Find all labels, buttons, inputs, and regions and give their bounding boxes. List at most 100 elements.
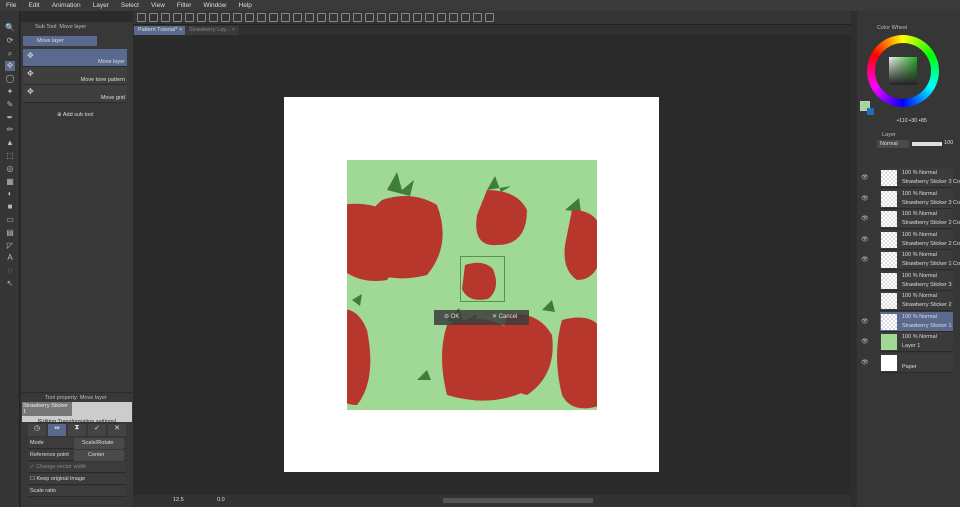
eye-icon[interactable]: 👁 — [861, 174, 869, 181]
eye-icon[interactable]: 👁 — [861, 256, 869, 263]
tool-icon-3[interactable]: ✥ — [5, 61, 15, 72]
layer-row[interactable]: 100 % Normal Strawberry Sticker 1 — [880, 311, 953, 332]
layer-row[interactable]: 100 % Normal Strawberry Sticker 2 Copy 2 — [880, 209, 960, 229]
command-button-26[interactable] — [449, 13, 458, 22]
command-button-5[interactable] — [197, 13, 206, 22]
tool-icon-0[interactable]: 🔍 — [5, 23, 15, 33]
color-wheel[interactable] — [867, 35, 939, 107]
command-button-12[interactable] — [281, 13, 290, 22]
opacity-slider[interactable] — [912, 142, 942, 146]
flip-horizontal-icon[interactable]: ⇹ — [48, 424, 66, 436]
reference-point-field[interactable]: Reference point Center — [28, 450, 126, 461]
menu-select[interactable]: Select — [115, 0, 145, 11]
tab-strawberry-layers[interactable]: Strawberry Lay... × — [185, 26, 239, 35]
command-button-2[interactable] — [161, 13, 170, 22]
command-button-14[interactable] — [305, 13, 314, 22]
command-button-21[interactable] — [389, 13, 398, 22]
tool-icon-14[interactable]: ■ — [5, 202, 15, 212]
change-vector-width-checkbox[interactable]: ✓ Change vector width — [28, 462, 126, 473]
tool-icon-17[interactable]: ◸ — [5, 241, 15, 251]
ok-button[interactable]: ⊘ OK — [444, 313, 459, 320]
menu-animation[interactable]: Animation — [46, 0, 87, 11]
add-sub-tool-button[interactable]: ⊕ Add sub tool — [57, 112, 93, 118]
command-button-18[interactable] — [353, 13, 362, 22]
command-button-17[interactable] — [341, 13, 350, 22]
opacity-value[interactable]: 100 — [944, 140, 953, 146]
command-button-4[interactable] — [185, 13, 194, 22]
zoom-value[interactable]: 12.5 — [173, 497, 184, 503]
horizontal-scrollbar[interactable] — [443, 498, 593, 503]
saturation-value-square[interactable] — [889, 57, 917, 85]
subtool-move-grid[interactable]: ✥ Move grid — [23, 85, 127, 103]
mode-field[interactable]: Mode Scale/Rotate — [28, 438, 126, 449]
cancel-button[interactable]: ✕ Cancel — [492, 313, 517, 320]
angle-value[interactable]: 0.0 — [217, 497, 225, 503]
menu-file[interactable]: File — [0, 0, 22, 11]
tool-icon-2[interactable]: ⌕ — [5, 49, 15, 59]
eye-icon[interactable]: 👁 — [861, 195, 869, 202]
command-button-8[interactable] — [233, 13, 242, 22]
command-button-13[interactable] — [293, 13, 302, 22]
command-button-24[interactable] — [425, 13, 434, 22]
command-button-29[interactable] — [485, 13, 494, 22]
tool-icon-7[interactable]: ✒ — [5, 113, 15, 123]
command-button-10[interactable] — [257, 13, 266, 22]
command-button-9[interactable] — [245, 13, 254, 22]
tool-icon-12[interactable]: ▦ — [5, 177, 15, 187]
command-button-20[interactable] — [377, 13, 386, 22]
sub-color-swatch[interactable] — [867, 108, 874, 115]
keep-original-image-checkbox[interactable]: ☐ Keep original image — [28, 474, 126, 485]
tool-icon-11[interactable]: ◎ — [5, 164, 15, 174]
command-button-7[interactable] — [221, 13, 230, 22]
command-button-28[interactable] — [473, 13, 482, 22]
command-button-27[interactable] — [461, 13, 470, 22]
eye-icon[interactable]: 👁 — [861, 359, 869, 366]
layer-row[interactable]: 100 % Normal Strawberry Sticker 3 Copy 2 — [880, 168, 960, 188]
scale-ratio-field[interactable]: Scale ratio — [28, 486, 126, 497]
tool-icon-1[interactable]: ⟳ — [5, 36, 15, 46]
command-button-1[interactable] — [149, 13, 158, 22]
cancel-icon[interactable]: ✕ — [108, 424, 126, 436]
tool-icon-15[interactable]: ▭ — [5, 215, 15, 225]
mode-select[interactable]: Scale/Rotate — [74, 438, 124, 449]
subtool-move-layer[interactable]: ✥ Move layer — [23, 49, 127, 67]
command-button-3[interactable] — [173, 13, 182, 22]
menu-help[interactable]: Help — [233, 0, 258, 11]
tool-icon-20[interactable]: ↖ — [5, 279, 15, 289]
command-button-25[interactable] — [437, 13, 446, 22]
tool-icon-13[interactable]: ◐ — [5, 189, 15, 199]
layer-row[interactable]: 100 % Normal Strawberry Sticker 3 — [880, 270, 953, 291]
tool-icon-8[interactable]: ✏ — [5, 125, 15, 135]
command-button-22[interactable] — [401, 13, 410, 22]
tab-pattern-tutorial[interactable]: Pattern Tutorial* × — [134, 26, 187, 35]
menu-layer[interactable]: Layer — [87, 0, 115, 11]
reference-point-select[interactable]: Center — [74, 450, 124, 461]
transform-bounding-box[interactable] — [460, 256, 505, 302]
tool-icon-19[interactable]: ◌ — [5, 266, 15, 276]
menu-edit[interactable]: Edit — [22, 0, 45, 11]
command-button-11[interactable] — [269, 13, 278, 22]
tool-icon-10[interactable]: ⬚ — [5, 151, 15, 161]
command-button-6[interactable] — [209, 13, 218, 22]
layer-row[interactable]: 100 % Normal Strawberry Sticker 2 Copy — [880, 229, 960, 250]
command-button-23[interactable] — [413, 13, 422, 22]
eye-icon[interactable]: 👁 — [861, 236, 869, 243]
blend-mode-select[interactable]: Normal — [877, 140, 909, 148]
layer-row[interactable]: Paper — [880, 352, 953, 373]
subtool-group-tab[interactable]: Move layer — [23, 36, 97, 46]
tool-icon-16[interactable]: ▤ — [5, 228, 15, 238]
layer-row[interactable]: 100 % Normal Layer 1 — [880, 332, 953, 352]
layer-row[interactable]: 100 % Normal Strawberry Sticker 1 Copy 2 — [880, 250, 960, 270]
command-button-16[interactable] — [329, 13, 338, 22]
subtool-move-tone-pattern[interactable]: ✥ Move tone pattern — [23, 67, 127, 85]
tool-icon-5[interactable]: ✦ — [5, 87, 15, 97]
eye-icon[interactable]: 👁 — [861, 215, 869, 222]
tool-icon-6[interactable]: ✎ — [5, 100, 15, 110]
tool-icon-18[interactable]: A — [5, 253, 15, 263]
command-button-19[interactable] — [365, 13, 374, 22]
command-button-0[interactable] — [137, 13, 146, 22]
tool-icon-9[interactable]: ▲ — [5, 138, 15, 148]
menu-window[interactable]: Window — [197, 0, 232, 11]
layer-row[interactable]: 100 % Normal Strawberry Sticker 2 — [880, 291, 953, 311]
ok-icon[interactable]: ✓ — [88, 424, 106, 436]
